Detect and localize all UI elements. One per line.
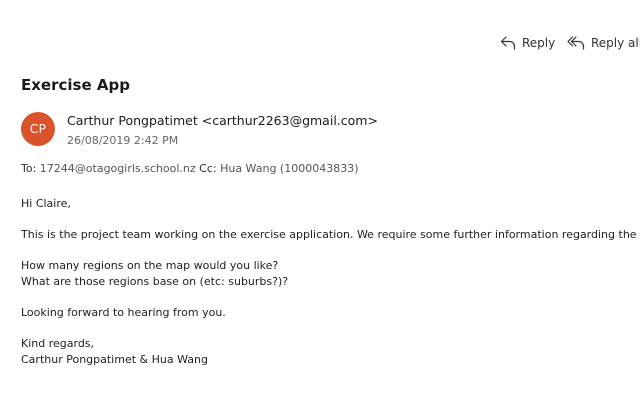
reply-all-button[interactable]: Reply all <box>567 36 640 50</box>
body-closing-line: Looking forward to hearing from you. <box>21 306 226 319</box>
reply-all-label: Reply all <box>591 36 640 50</box>
sender-line[interactable]: Carthur Pongpatimet <carthur2263@gmail.co… <box>67 113 378 128</box>
avatar-initials: CP <box>29 122 47 136</box>
email-reading-pane: Reply Reply all Exercise App CP Carthur … <box>0 0 640 407</box>
email-body: Hi Claire, This is the project team work… <box>21 196 640 368</box>
body-question-regions: How many regions on the map would you li… <box>21 259 279 272</box>
email-subject: Exercise App <box>21 76 130 94</box>
to-label: To: <box>21 162 37 175</box>
reply-button[interactable]: Reply <box>500 36 555 50</box>
cc-recipient[interactable]: Hua Wang (1000043833) <box>220 162 358 175</box>
reply-all-icon <box>567 36 585 50</box>
email-datetime: 26/08/2019 2:42 PM <box>67 134 179 147</box>
sender-avatar[interactable]: CP <box>21 112 55 146</box>
sender-name: Carthur Pongpatimet <box>67 113 198 128</box>
recipients-line: To: 17244@otagogirls.school.nz Cc: Hua W… <box>21 162 359 175</box>
body-paragraph: This is the project team working on the … <box>21 228 640 241</box>
body-signature: Carthur Pongpatimet & Hua Wang <box>21 353 208 366</box>
cc-label: Cc: <box>199 162 217 175</box>
to-recipient[interactable]: 17244@otagogirls.school.nz <box>40 162 196 175</box>
reply-icon <box>500 36 516 50</box>
body-signoff: Kind regards, <box>21 337 95 350</box>
reply-label: Reply <box>522 36 556 50</box>
sender-email: <carthur2263@gmail.com> <box>201 113 378 128</box>
body-greeting: Hi Claire, <box>21 197 71 210</box>
body-question-basis: What are those regions base on (etc: sub… <box>21 275 289 288</box>
